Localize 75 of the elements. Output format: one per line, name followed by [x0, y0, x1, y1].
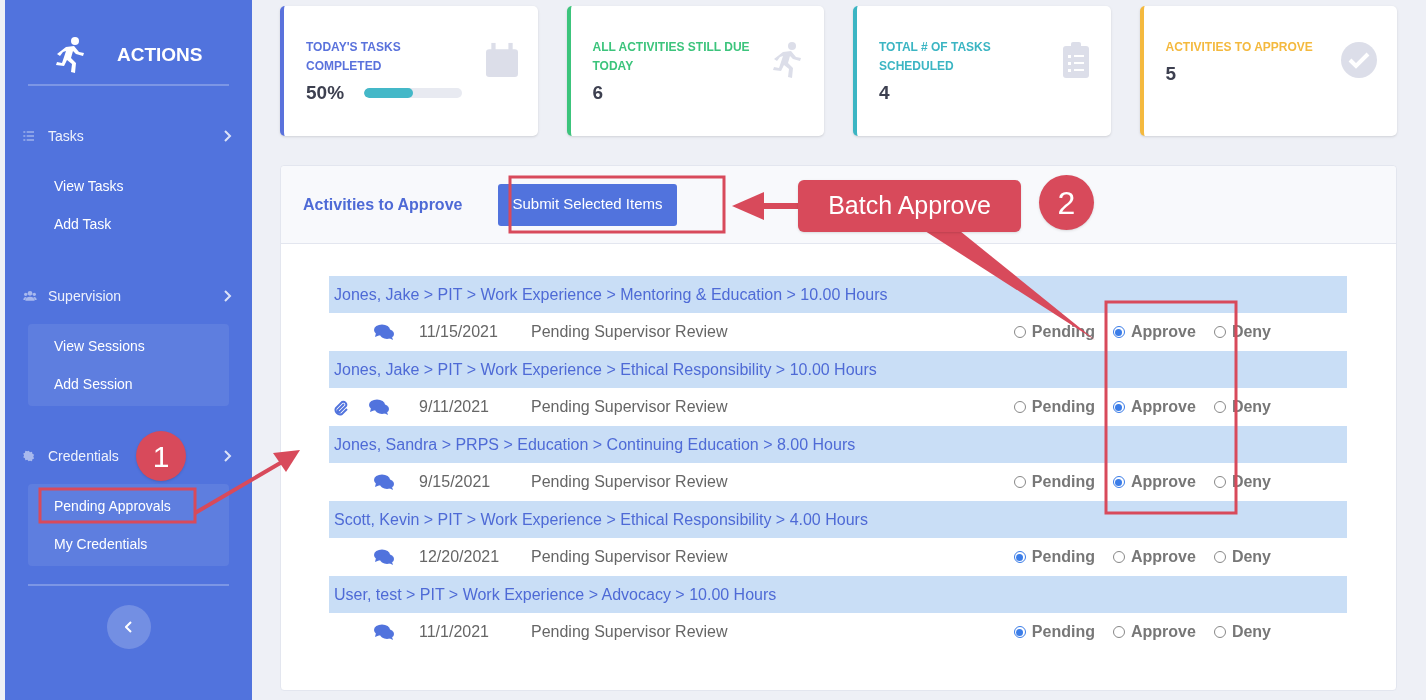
sidebar-item[interactable]: View Sessions — [28, 327, 229, 365]
runner-icon — [772, 42, 804, 78]
card-value: 6 — [592, 81, 604, 105]
sidebar-item[interactable]: Add Session — [28, 365, 229, 403]
users-icon — [22, 288, 38, 304]
radio[interactable] — [1112, 551, 1125, 563]
clipboard-icon — [1060, 42, 1091, 78]
radio[interactable] — [1112, 476, 1125, 488]
radio[interactable] — [1213, 401, 1226, 413]
activity-status: Pending Supervisor Review — [531, 622, 729, 642]
radio[interactable] — [1213, 476, 1226, 488]
radio[interactable] — [1112, 401, 1125, 413]
panel-title: Activities to Approve — [303, 194, 463, 215]
sidebar-section[interactable]: Credentials — [48, 445, 119, 467]
radio-option[interactable]: Pending — [1013, 620, 1095, 644]
activity-path: User, test > PIT > Work Experience > Advocacy > 10.00 Hours — [329, 576, 1347, 613]
activity-path: Scott, Kevin > PIT > Work Experience > Ethical Responsibility > 4.00 Hours — [329, 501, 1347, 538]
activity-status: Pending Supervisor Review — [531, 322, 729, 342]
calendar-icon — [485, 42, 518, 78]
sidebar-section[interactable]: Supervision — [48, 285, 122, 307]
chevron-left-icon — [124, 621, 133, 633]
activity-path: Jones, Sandra > PRPS > Education > Continuing Education > 8.00 Hours — [329, 426, 1347, 463]
radio-option[interactable]: Approve — [1112, 320, 1196, 344]
card-value: 5 — [1165, 62, 1177, 86]
card-label: TOTAL # OF TASKS SCHEDULED — [879, 39, 992, 75]
radio-option[interactable]: Deny — [1213, 620, 1271, 644]
card-value: 4 — [879, 81, 890, 105]
radio[interactable] — [1112, 626, 1125, 638]
submit-button[interactable]: Submit Selected Items — [498, 183, 677, 226]
activity-status: Pending Supervisor Review — [531, 397, 729, 417]
radio-option[interactable]: Pending — [1013, 545, 1095, 569]
radio-option[interactable]: Pending — [1013, 395, 1095, 419]
radio-option[interactable]: Approve — [1112, 620, 1196, 644]
activity-date: 9/11/2021 — [419, 397, 490, 417]
chevron-icon — [223, 290, 232, 302]
check-circle-icon — [1341, 42, 1377, 78]
radio-option[interactable]: Approve — [1112, 395, 1196, 419]
card-label: ALL ACTIVITIES STILL DUE TODAY — [592, 39, 751, 75]
radio[interactable] — [1213, 551, 1226, 563]
activity-status: Pending Supervisor Review — [531, 547, 729, 567]
chevron-icon — [223, 130, 232, 142]
callout-label: Batch Approve — [798, 180, 1021, 232]
radio[interactable] — [1013, 626, 1026, 638]
card-label: ACTIVITIES TO APPROVE — [1165, 39, 1314, 56]
activity-status: Pending Supervisor Review — [531, 472, 729, 492]
radio-option[interactable]: Pending — [1013, 470, 1095, 494]
radio[interactable] — [1013, 326, 1026, 338]
activity-date: 11/1/2021 — [419, 622, 490, 642]
arrow — [732, 192, 800, 220]
chevron-icon — [223, 450, 232, 462]
sidebar-item[interactable]: View Tasks — [28, 167, 229, 205]
activity-path: Jones, Jake > PIT > Work Experience > Ethical Responsibility > 10.00 Hours — [329, 351, 1347, 388]
activity-date: 11/15/2021 — [419, 322, 499, 342]
radio[interactable] — [1013, 401, 1026, 413]
radio-option[interactable]: Deny — [1213, 545, 1271, 569]
activity-path: Jones, Jake > PIT > Work Experience > Mentoring & Education > 10.00 Hours — [329, 276, 1347, 313]
sidebar-item[interactable]: Pending Approvals — [28, 487, 229, 525]
collapse-button[interactable] — [106, 605, 151, 649]
sidebar-item[interactable]: Add Task — [28, 205, 229, 243]
radio[interactable] — [1013, 476, 1026, 488]
radio[interactable] — [1013, 551, 1026, 563]
activity-date: 12/20/2021 — [419, 547, 501, 567]
radio[interactable] — [1213, 326, 1226, 338]
card-value: 50% — [306, 81, 345, 105]
radio[interactable] — [1213, 626, 1226, 638]
radio-option[interactable]: Approve — [1112, 545, 1196, 569]
sidebar-section[interactable]: Tasks — [48, 125, 84, 147]
runner-icon — [55, 37, 87, 73]
comments-icon — [369, 399, 389, 415]
radio-option[interactable]: Approve — [1112, 470, 1196, 494]
sidebar-title: ACTIONS — [117, 42, 203, 67]
radio[interactable] — [1112, 326, 1125, 338]
sidebar-item[interactable]: My Credentials — [28, 525, 229, 563]
activity-date: 9/15/2021 — [419, 472, 492, 492]
card-label: TODAY'S TASKS COMPLETED — [306, 39, 402, 75]
